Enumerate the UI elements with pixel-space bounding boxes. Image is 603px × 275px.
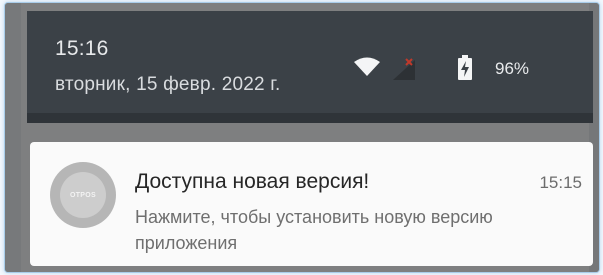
screen-frame: 15:16 вторник, 15 февр. 2022 г. 96% OTPO… bbox=[4, 2, 600, 273]
panel-handle[interactable] bbox=[27, 113, 593, 123]
status-icons: 96% bbox=[353, 55, 593, 81]
notification-text: Нажмите, чтобы установить новую версию п… bbox=[135, 207, 493, 253]
date[interactable]: вторник, 15 февр. 2022 г. bbox=[55, 74, 281, 96]
left-edge bbox=[5, 3, 21, 272]
clock: 15:16 bbox=[55, 37, 109, 60]
battery-charging-icon bbox=[457, 55, 473, 86]
battery-percentage: 96% bbox=[495, 59, 530, 78]
notification-title: Доступна новая версия! bbox=[135, 170, 370, 193]
signal-no-sim-icon bbox=[391, 58, 421, 87]
wifi-icon bbox=[353, 57, 381, 82]
notification-time: 15:15 bbox=[539, 173, 582, 192]
quick-settings-panel[interactable]: 15:16 вторник, 15 февр. 2022 г. 96% bbox=[27, 11, 593, 123]
app-icon-logo: OTPOS bbox=[60, 172, 106, 218]
app-icon: OTPOS bbox=[50, 162, 116, 228]
notification-card[interactable]: OTPOS Доступна новая версия! 15:15 Нажми… bbox=[30, 142, 593, 266]
